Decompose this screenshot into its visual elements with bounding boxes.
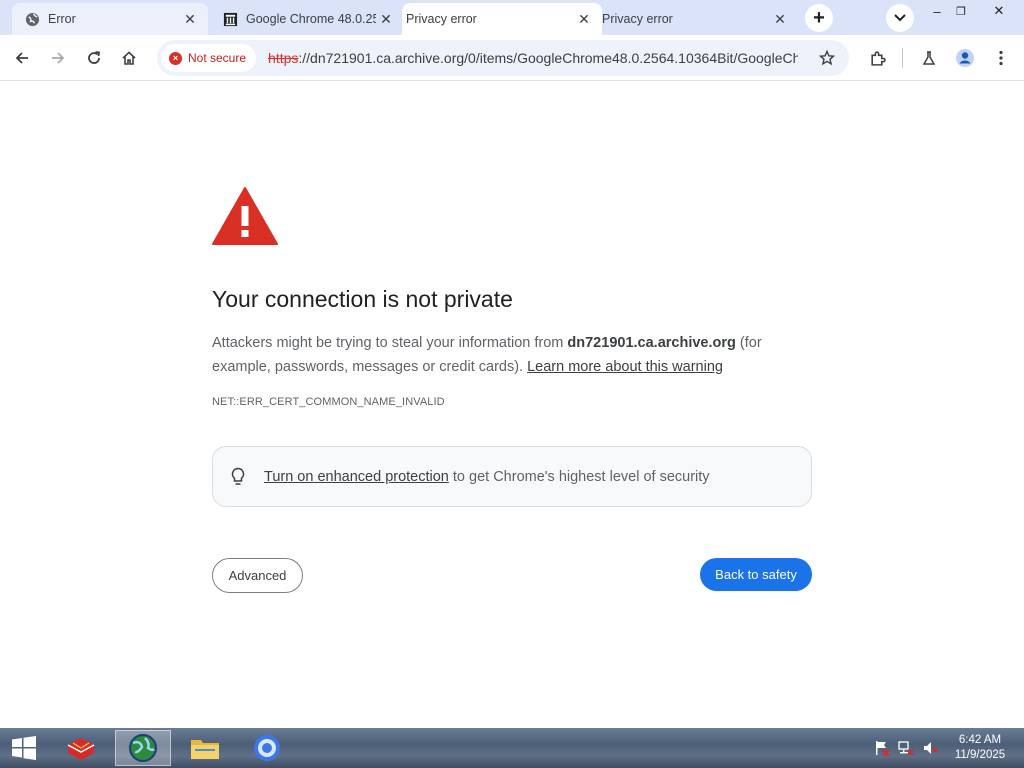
- action-center-flag-icon[interactable]: [873, 739, 891, 757]
- chevron-down-icon: [894, 14, 906, 22]
- red-box-app-icon: [67, 738, 95, 760]
- reload-icon: [88, 51, 101, 64]
- avatar-icon: [956, 49, 974, 67]
- enhanced-protection-link[interactable]: Turn on enhanced protection: [264, 469, 449, 485]
- arrow-right-icon: [52, 52, 65, 64]
- volume-muted-icon[interactable]: [921, 739, 939, 757]
- tab-title: Error: [48, 12, 76, 26]
- url-text[interactable]: https://dn721901.ca.archive.org/0/items/…: [268, 50, 798, 66]
- clock-time: 6:42 AM: [958, 734, 1002, 746]
- globe-icon: [24, 11, 40, 27]
- tab-privacy-error-active[interactable]: Privacy error ✕: [402, 3, 602, 35]
- advanced-button[interactable]: Advanced: [212, 558, 303, 593]
- url-scheme: https: [268, 50, 299, 66]
- toolbar: × Not secure https://dn721901.ca.archive…: [0, 35, 1024, 81]
- globe-app-icon: [129, 734, 157, 762]
- not-secure-icon: ×: [169, 51, 182, 65]
- warning-triangle-icon: [212, 187, 278, 245]
- puzzle-icon: [870, 50, 886, 66]
- back-button[interactable]: [6, 42, 38, 74]
- tab-title: Privacy error: [406, 12, 477, 26]
- new-tab-button[interactable]: +: [805, 4, 833, 32]
- lightbulb-icon: [229, 466, 247, 488]
- tab-title: Google Chrome 48.0.25: [246, 12, 376, 26]
- plus-icon: +: [813, 6, 825, 29]
- profile-button[interactable]: [949, 42, 981, 74]
- flask-icon: [922, 51, 936, 65]
- enhanced-protection-text: Turn on enhanced protection to get Chrom…: [264, 469, 710, 485]
- home-icon: [122, 51, 136, 65]
- archive-org-icon: [222, 11, 238, 27]
- close-tab-icon[interactable]: ✕: [376, 9, 396, 29]
- arrow-left-icon: [15, 52, 28, 64]
- clock-date: 11/9/2025: [954, 749, 1006, 761]
- error-code: NET::ERR_CERT_COMMON_NAME_INVALID: [212, 396, 445, 408]
- tab-search-button[interactable]: [886, 4, 914, 32]
- folder-icon: [191, 740, 219, 759]
- close-tab-icon[interactable]: ✕: [770, 9, 790, 29]
- security-chip-label: Not secure: [188, 51, 247, 65]
- tab-google-chrome[interactable]: Google Chrome 48.0.25 ✕: [210, 3, 404, 35]
- tab-error[interactable]: Error ✕: [12, 3, 208, 35]
- enhanced-protection-box: Turn on enhanced protection to get Chrom…: [212, 446, 812, 507]
- more-vert-icon: [999, 50, 1003, 66]
- back-to-safety-button[interactable]: Back to safety: [700, 558, 812, 591]
- interstitial-page: Your connection is not private Attackers…: [0, 82, 1024, 728]
- desc-text: Attackers might be trying to steal your …: [212, 335, 568, 351]
- tab-title: Privacy error: [602, 12, 673, 26]
- security-chip[interactable]: × Not secure: [161, 44, 257, 72]
- taskbar: 6:42 AM 11/9/2025: [0, 728, 1024, 768]
- network-icon[interactable]: [897, 739, 915, 757]
- restore-button[interactable]: ❐: [945, 0, 977, 22]
- menu-button[interactable]: [985, 42, 1017, 74]
- taskbar-chrome[interactable]: [243, 730, 291, 766]
- toolbar-divider: [902, 48, 903, 68]
- labs-button[interactable]: [913, 42, 945, 74]
- desc-hostname: dn721901.ca.archive.org: [567, 335, 736, 351]
- address-bar[interactable]: × Not secure https://dn721901.ca.archive…: [157, 40, 849, 76]
- bookmark-star-button[interactable]: [815, 46, 839, 70]
- url-rest: ://dn721901.ca.archive.org/0/items/Googl…: [298, 50, 799, 66]
- extensions-button[interactable]: [861, 42, 893, 74]
- learn-more-link[interactable]: Learn more about this warning: [527, 359, 723, 375]
- star-icon: [819, 50, 835, 66]
- home-button[interactable]: [113, 42, 145, 74]
- tab-privacy-error[interactable]: Privacy error ✕: [600, 3, 798, 35]
- page-title: Your connection is not private: [212, 286, 513, 312]
- reload-button[interactable]: [78, 42, 110, 74]
- close-tab-icon[interactable]: ✕: [574, 9, 594, 29]
- tab-strip: Error ✕ Google Chrome 48.0.25 ✕ Privacy …: [0, 0, 1024, 35]
- taskbar-file-explorer[interactable]: [181, 730, 229, 766]
- enhanced-suffix: to get Chrome's highest level of securit…: [448, 468, 710, 485]
- system-clock[interactable]: 6:42 AM 11/9/2025: [945, 733, 1015, 763]
- start-button[interactable]: [0, 730, 48, 766]
- chrome-icon: [254, 735, 280, 761]
- taskbar-app-red[interactable]: [57, 730, 105, 766]
- warning-description: Attackers might be trying to steal your …: [212, 331, 812, 379]
- taskbar-app-globe[interactable]: [115, 730, 171, 766]
- close-tab-icon[interactable]: ✕: [180, 9, 200, 29]
- forward-button[interactable]: [42, 42, 74, 74]
- close-window-button[interactable]: ✕: [983, 0, 1015, 22]
- windows-logo-icon: [12, 736, 36, 760]
